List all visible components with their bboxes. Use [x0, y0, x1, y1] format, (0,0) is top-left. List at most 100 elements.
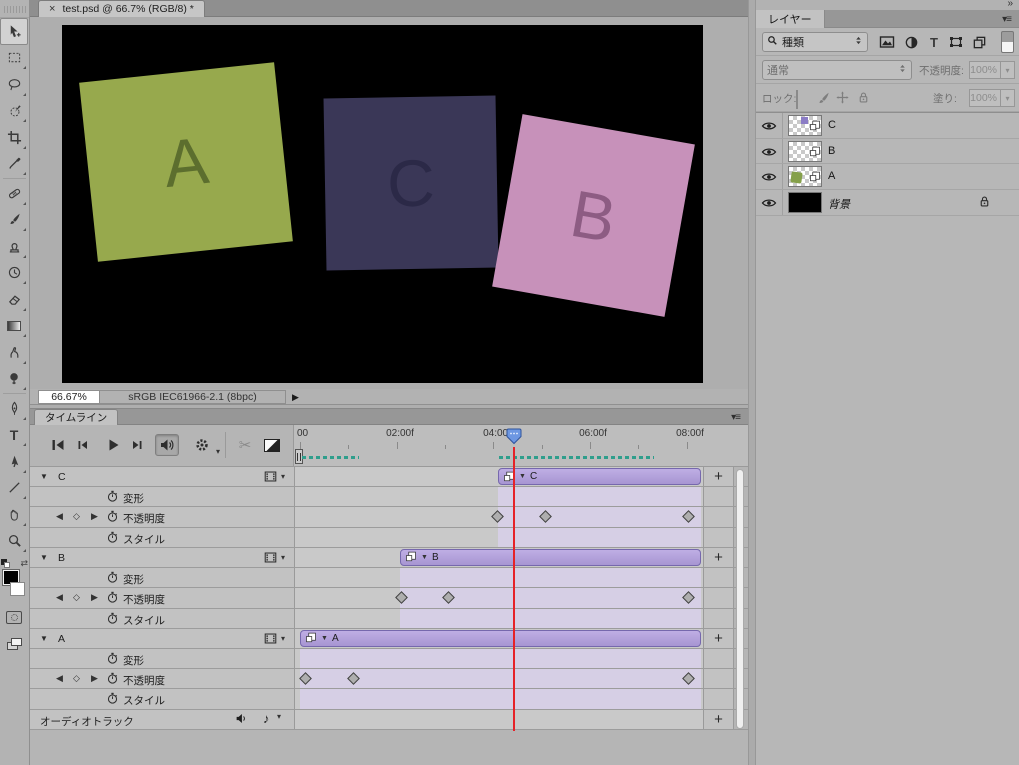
disclosure-triangle-icon[interactable]: ▼	[40, 634, 48, 643]
previous-frame-button[interactable]	[70, 434, 94, 456]
video-track-menu[interactable]: ▾	[263, 551, 285, 564]
tool-move[interactable]	[0, 18, 28, 45]
next-keyframe-icon[interactable]: ▶	[91, 673, 98, 684]
next-keyframe-icon[interactable]: ▶	[91, 592, 98, 603]
track-lane[interactable]	[295, 507, 703, 527]
playhead-marker[interactable]	[506, 428, 522, 445]
track-lane[interactable]	[295, 568, 703, 588]
go-to-first-frame-button[interactable]	[46, 434, 70, 456]
prev-keyframe-icon[interactable]: ◀	[56, 592, 63, 603]
tool-type[interactable]: T	[0, 422, 28, 449]
add-keyframe-icon[interactable]: ◇	[73, 592, 80, 603]
stopwatch-icon[interactable]	[106, 489, 119, 506]
track-lane[interactable]	[295, 669, 703, 689]
music-note-icon[interactable]: ♪	[263, 711, 270, 726]
collapse-panels-icon[interactable]: »	[1007, 0, 1013, 9]
blend-mode-select[interactable]: 通常	[762, 60, 912, 80]
stopwatch-icon[interactable]	[106, 691, 119, 708]
add-media-button[interactable]: +	[714, 549, 723, 566]
filter-kind-select[interactable]: 種類	[762, 32, 868, 52]
tool-quick-select[interactable]	[0, 98, 28, 125]
timeline-scrollbar[interactable]	[736, 469, 744, 729]
screen-mode-button[interactable]	[0, 631, 28, 658]
clip-disclosure-icon[interactable]: ▼	[321, 635, 328, 642]
stopwatch-icon[interactable]	[106, 611, 119, 628]
dropdown-icon[interactable]: ▾	[277, 712, 281, 721]
disclosure-triangle-icon[interactable]: ▼	[40, 472, 48, 481]
tool-history-brush[interactable]	[0, 260, 28, 287]
layer-thumbnail[interactable]	[788, 166, 822, 188]
track-lane[interactable]: ▼ C	[295, 467, 703, 487]
tool-healing[interactable]	[0, 180, 28, 207]
fill-dropdown-icon[interactable]: ▾	[1001, 89, 1015, 107]
prev-keyframe-icon[interactable]: ◀	[56, 511, 63, 522]
tool-zoom[interactable]	[0, 528, 28, 555]
add-audio-button[interactable]: +	[714, 711, 723, 728]
track-lane[interactable]	[295, 689, 703, 709]
stopwatch-icon[interactable]	[106, 590, 119, 607]
track-lane[interactable]	[295, 608, 703, 628]
visibility-eye-icon[interactable]	[761, 147, 777, 160]
tool-lasso[interactable]	[0, 71, 28, 98]
video-track-menu[interactable]: ▾	[263, 470, 285, 483]
play-button[interactable]	[101, 434, 125, 456]
track-lane[interactable]: ▼ B	[295, 547, 703, 568]
tool-marquee[interactable]	[0, 45, 28, 72]
speaker-icon[interactable]	[235, 712, 248, 728]
tool-hand[interactable]	[0, 501, 28, 528]
add-media-button[interactable]: +	[714, 468, 723, 485]
opacity-dropdown-icon[interactable]: ▾	[1001, 61, 1015, 79]
tool-gradient[interactable]	[0, 313, 28, 340]
lock-transparency-button[interactable]	[796, 90, 798, 109]
clip-B[interactable]: ▼ B	[400, 548, 701, 566]
pixel-layer-filter-button[interactable]	[878, 33, 896, 51]
layer-row-背景[interactable]: 背景	[756, 190, 1019, 216]
lock-position-button[interactable]	[836, 91, 849, 109]
layers-panel-menu-icon[interactable]: ▾≡	[1002, 14, 1012, 25]
tab-layers[interactable]: レイヤー	[756, 10, 825, 28]
prev-keyframe-icon[interactable]: ◀	[56, 673, 63, 684]
layer-filter-toggle[interactable]	[1001, 31, 1014, 53]
clip-A[interactable]: ▼ A	[300, 629, 701, 647]
tool-eyedropper[interactable]	[0, 151, 28, 178]
timeline-panel-menu-icon[interactable]: ▾≡	[731, 412, 741, 423]
layer-row-C[interactable]: C	[756, 113, 1019, 139]
settings-button[interactable]: ▾	[190, 434, 220, 456]
tool-pen[interactable]	[0, 395, 28, 422]
stopwatch-icon[interactable]	[106, 671, 119, 688]
transition-button[interactable]	[260, 434, 284, 456]
clip-C[interactable]: ▼ C	[498, 468, 701, 485]
stopwatch-icon[interactable]	[106, 530, 119, 547]
tool-dodge[interactable]	[0, 366, 28, 393]
stopwatch-icon[interactable]	[106, 651, 119, 668]
stopwatch-icon[interactable]	[106, 509, 119, 526]
next-frame-button[interactable]	[126, 434, 150, 456]
split-at-playhead-button[interactable]: ✂	[233, 434, 257, 456]
visibility-eye-icon[interactable]	[761, 198, 777, 211]
tool-path-select[interactable]	[0, 448, 28, 475]
default-colors-icon[interactable]	[1, 559, 10, 568]
tool-brush[interactable]	[0, 207, 28, 234]
background-color-swatch[interactable]	[10, 582, 25, 596]
lock-pixels-button[interactable]	[816, 91, 831, 111]
visibility-eye-icon[interactable]	[761, 172, 777, 185]
tool-smudge[interactable]	[0, 339, 28, 366]
type-layer-filter-button[interactable]: T	[925, 33, 943, 51]
track-lane[interactable]	[295, 648, 703, 669]
disclosure-triangle-icon[interactable]: ▼	[40, 553, 48, 562]
visibility-eye-icon[interactable]	[761, 121, 777, 134]
canvas[interactable]: ACB	[62, 25, 703, 383]
mute-audio-button[interactable]	[155, 434, 179, 456]
smart-object-filter-button[interactable]	[970, 33, 988, 51]
add-keyframe-icon[interactable]: ◇	[73, 511, 80, 522]
layer-row-B[interactable]: B	[756, 138, 1019, 165]
panel-divider[interactable]	[748, 0, 756, 765]
track-lane[interactable]	[295, 588, 703, 608]
clip-disclosure-icon[interactable]: ▼	[421, 554, 428, 561]
tool-eraser[interactable]	[0, 286, 28, 313]
zoom-level-field[interactable]: 66.67%	[38, 390, 100, 404]
track-lane[interactable]	[295, 487, 703, 507]
quick-mask-button[interactable]	[0, 604, 28, 631]
color-swatches[interactable]: ⇄	[0, 558, 28, 604]
tool-line[interactable]	[0, 475, 28, 502]
